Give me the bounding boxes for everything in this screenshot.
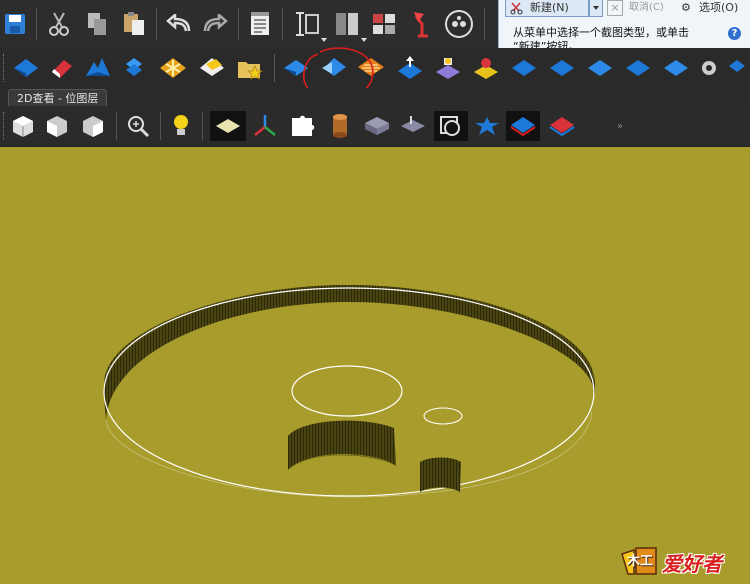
modeling-toolbar xyxy=(0,47,750,101)
reset-icon[interactable] xyxy=(724,54,750,82)
new-snip-dropdown[interactable] xyxy=(589,0,603,17)
split-view-icon[interactable] xyxy=(330,9,364,39)
components-puzzle-icon[interactable] xyxy=(286,111,320,141)
description-line-1: 从菜单中选择一个截图类型，或单击 xyxy=(513,26,689,39)
toolpath-preview-icon[interactable] xyxy=(434,111,468,141)
view-toolbar: » xyxy=(0,106,750,147)
create-component-icon[interactable] xyxy=(10,54,42,82)
stretch-icon[interactable] xyxy=(508,54,540,82)
3d-viewport[interactable] xyxy=(0,147,750,584)
fade-icon[interactable] xyxy=(622,54,654,82)
cut-icon[interactable] xyxy=(44,9,74,39)
layers-grid-icon[interactable] xyxy=(368,9,400,39)
folder-star-icon[interactable] xyxy=(234,54,266,82)
new-snip-label: 新建(N) xyxy=(530,1,569,14)
material-cylinder-icon[interactable] xyxy=(324,111,356,141)
red-layer-icon[interactable] xyxy=(544,111,580,141)
extrude-icon[interactable] xyxy=(118,54,150,82)
logo-text: 爱好者 xyxy=(662,552,722,576)
blue-layer-icon[interactable] xyxy=(506,111,540,141)
dimension-icon[interactable] xyxy=(290,9,324,39)
logo-prefix: 木工 xyxy=(626,554,653,569)
chevron-down-icon xyxy=(593,6,599,10)
front-view-icon[interactable] xyxy=(42,112,72,140)
sculpt-top-icon[interactable] xyxy=(470,54,502,82)
lamp-icon[interactable] xyxy=(406,9,438,39)
light-bulb-icon[interactable] xyxy=(166,112,196,140)
paste-icon[interactable] xyxy=(118,9,150,39)
tilt-icon[interactable] xyxy=(584,54,616,82)
help-icon[interactable]: ? xyxy=(728,27,741,40)
star-shape-icon[interactable] xyxy=(470,111,504,141)
eraser-icon[interactable] xyxy=(46,54,78,82)
relief-model xyxy=(103,285,595,498)
stamp-component-icon[interactable] xyxy=(432,54,464,82)
toolpath-block-icon[interactable] xyxy=(396,111,430,141)
zoom-icon[interactable] xyxy=(122,112,154,140)
overflow-chevron-icon[interactable]: » xyxy=(612,118,628,134)
copy-icon[interactable] xyxy=(82,9,112,39)
new-snip-button[interactable]: 新建(N) xyxy=(505,0,589,17)
peak-icon[interactable] xyxy=(82,54,114,82)
show-plane-icon[interactable] xyxy=(210,111,246,141)
tab-2d-view[interactable]: 2D查看 - 位图层 xyxy=(8,89,108,107)
view-tab-bar xyxy=(0,88,750,106)
fill-icon[interactable] xyxy=(196,54,228,82)
scissors-icon xyxy=(510,2,523,15)
move-icon[interactable] xyxy=(546,54,578,82)
save-icon[interactable] xyxy=(2,10,28,38)
cancel-label: 取消(C) xyxy=(629,2,664,13)
cancel-button[interactable]: × 取消(C) xyxy=(607,0,675,16)
gear-icon: ⚙ xyxy=(681,1,691,14)
side-view-icon[interactable] xyxy=(78,112,108,140)
close-icon: × xyxy=(607,0,623,16)
material-block-icon[interactable] xyxy=(360,111,394,141)
options-button[interactable]: ⚙ 选项(O) xyxy=(681,0,749,16)
gear-icon[interactable] xyxy=(696,54,722,82)
iso-view-icon[interactable] xyxy=(8,112,38,140)
axis-icon[interactable] xyxy=(248,111,282,141)
undo-icon[interactable] xyxy=(162,10,196,38)
raise-icon[interactable] xyxy=(394,54,426,82)
weave-texture-icon[interactable] xyxy=(156,54,190,82)
notes-icon[interactable] xyxy=(246,9,274,39)
chevron-down-icon[interactable] xyxy=(361,38,367,42)
redo-icon[interactable] xyxy=(198,10,232,38)
tile-icon[interactable] xyxy=(660,54,692,82)
toolpath-dial-icon[interactable] xyxy=(442,8,476,40)
options-label: 选项(O) xyxy=(699,1,739,14)
watermark-logo: 木工 爱好者 xyxy=(620,544,746,578)
chevron-down-icon[interactable] xyxy=(321,38,327,42)
